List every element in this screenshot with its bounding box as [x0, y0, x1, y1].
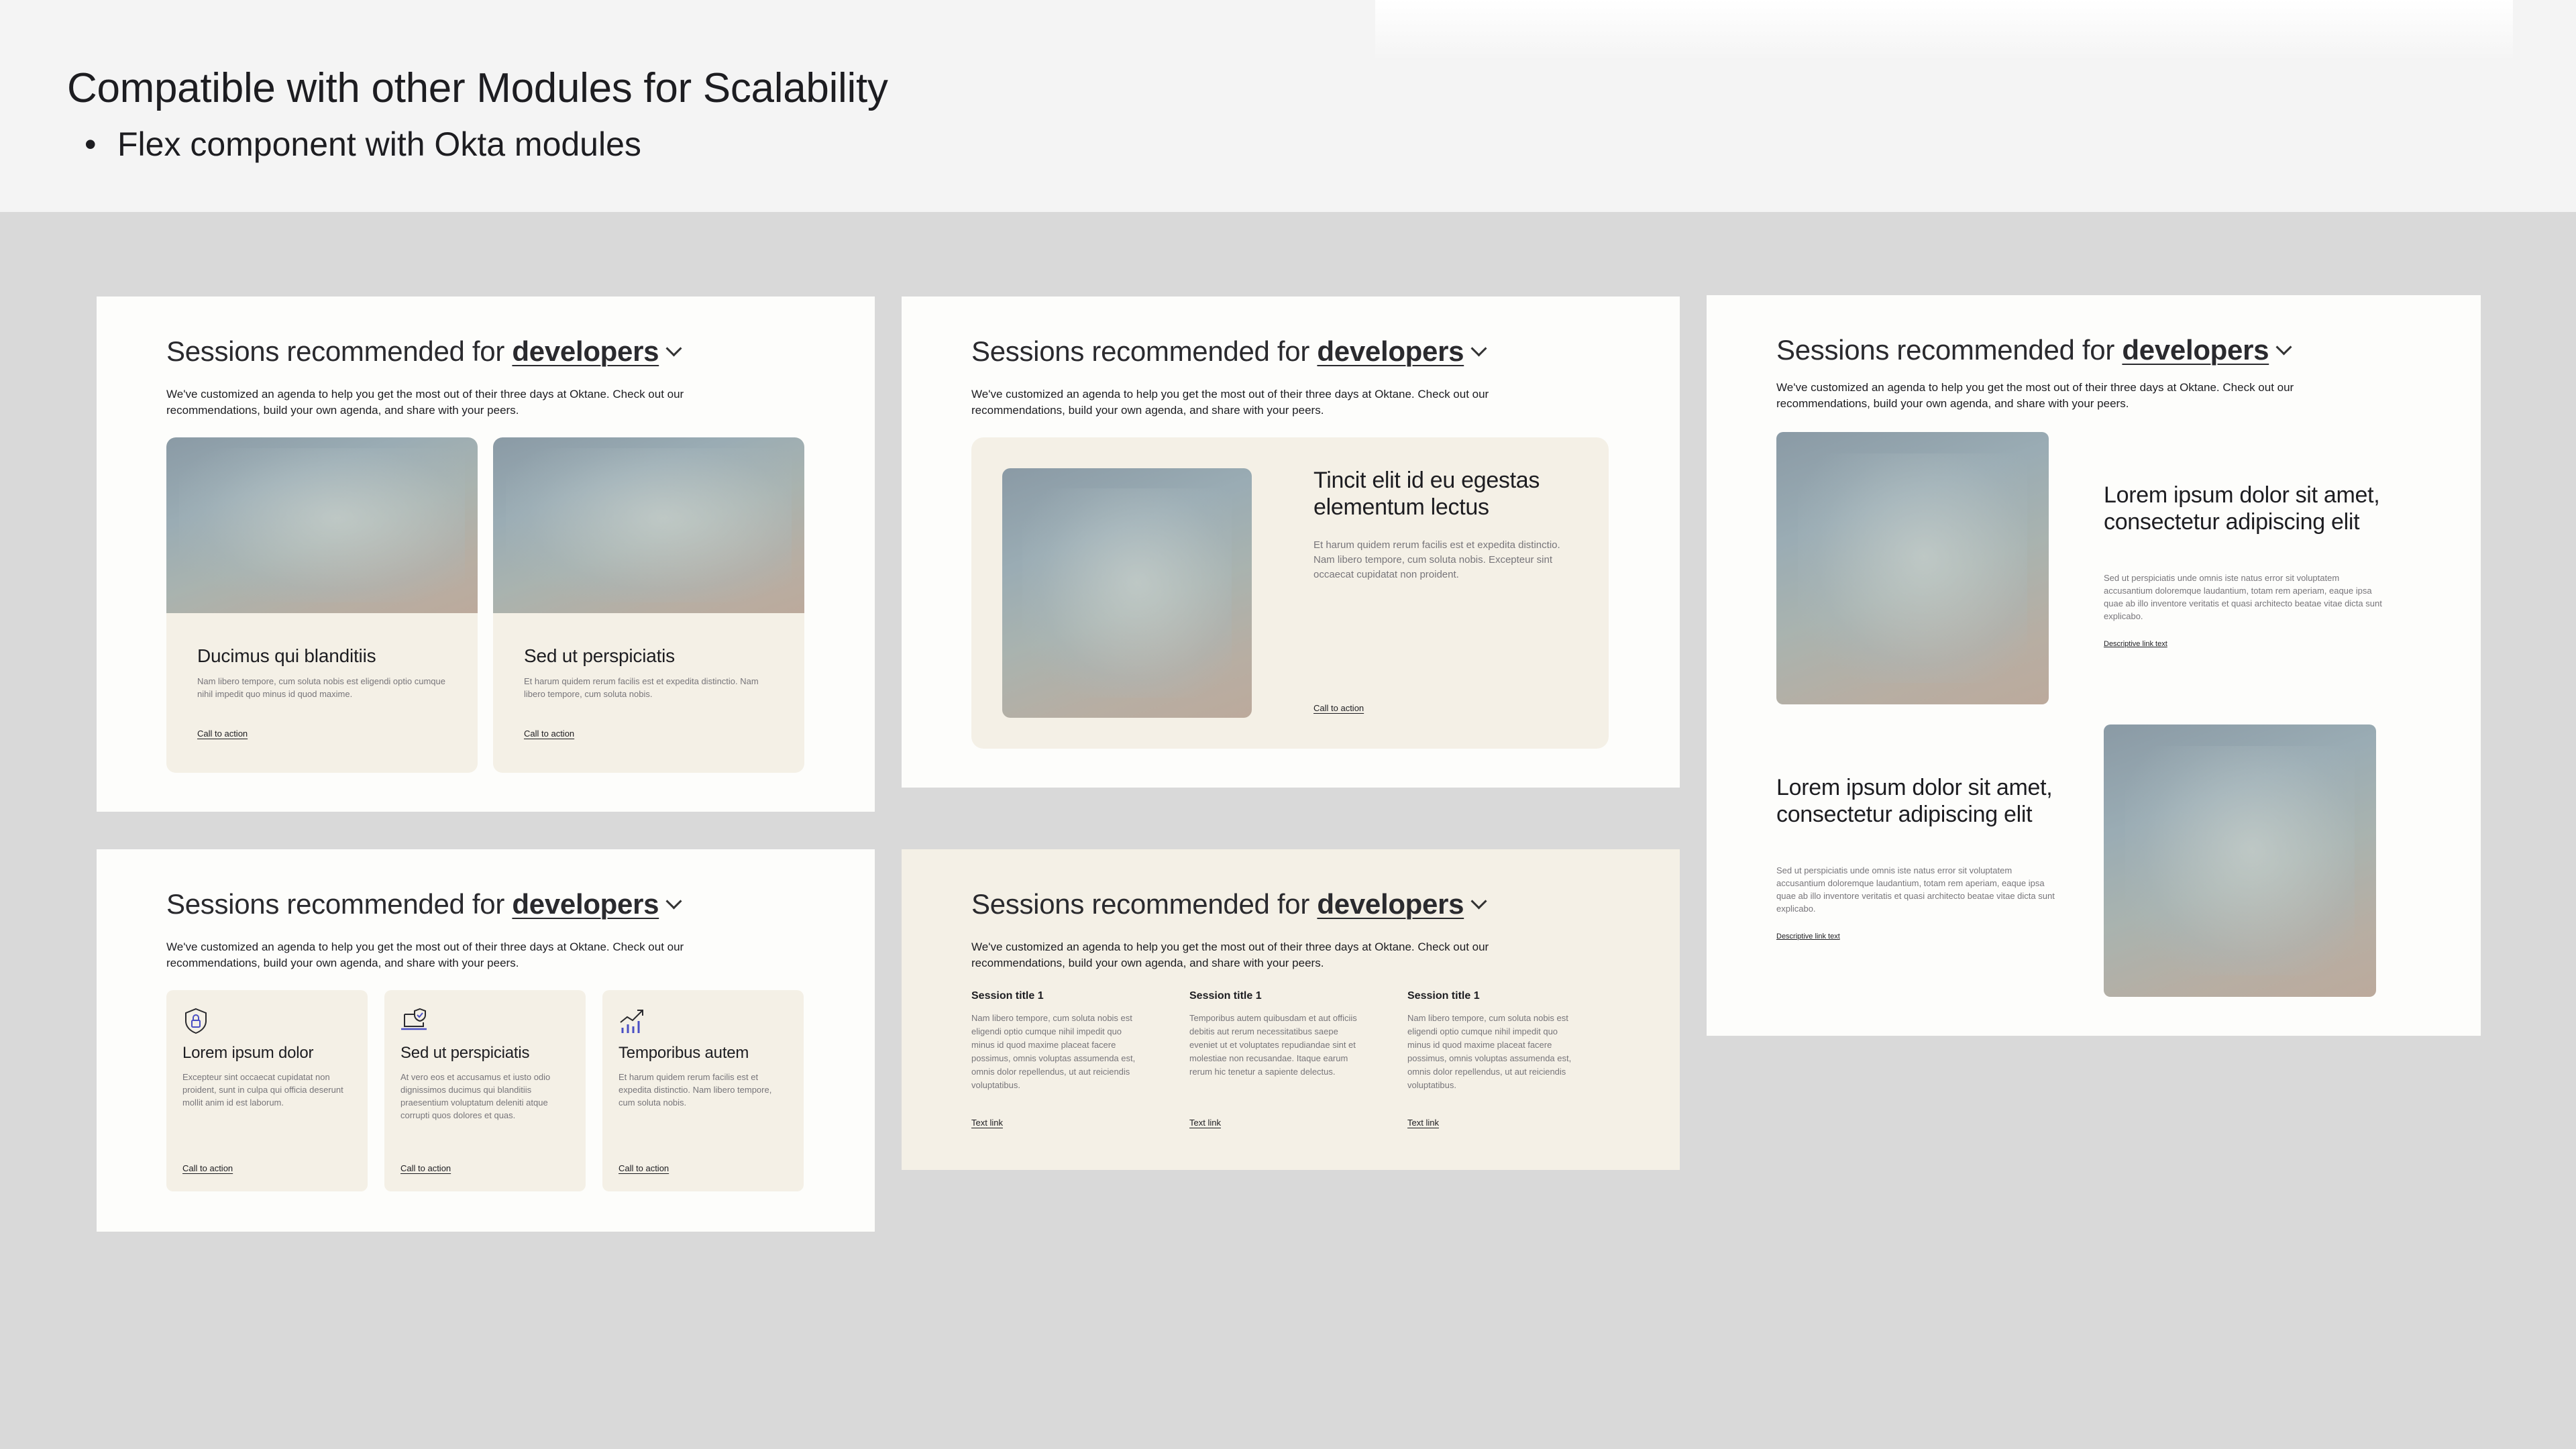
featured-card: Tincit elit id eu egestas elementum lect… [971, 437, 1609, 749]
row-body: Sed ut perspiciatis unde omnis iste natu… [2104, 573, 2382, 621]
descriptive-link[interactable]: Descriptive link text [1776, 932, 1840, 941]
descriptive-link[interactable]: Descriptive link text [2104, 640, 2167, 648]
section-title: Sessions recommended for developers [166, 888, 682, 920]
card-title: Ducimus qui blanditiis [197, 645, 376, 666]
icon-card-title: Lorem ipsum dolor [182, 1044, 314, 1062]
laptop-check-icon [401, 1008, 427, 1030]
row-image [2104, 724, 2376, 997]
call-to-action-link[interactable]: Call to action [1313, 703, 1364, 713]
slide-header: Compatible with other Modules for Scalab… [0, 0, 2576, 212]
section-title-prefix: Sessions recommended for [971, 888, 1318, 920]
section-title-prefix: Sessions recommended for [166, 335, 513, 367]
audience-dropdown[interactable]: developers [1317, 888, 1464, 920]
card-image [493, 437, 804, 613]
session-column-title: Session title 1 [971, 990, 1044, 1002]
section-intro: We've customized an agenda to help you g… [971, 388, 1489, 417]
session-card: Sed ut perspiciatis Et harum quidem reru… [493, 437, 804, 773]
card-body: Et harum quidem rerum facilis est et exp… [524, 676, 759, 699]
card-body: Nam libero tempore, cum soluta nobis est… [197, 676, 445, 699]
row-title: Lorem ipsum dolor sit amet, consectetur … [2104, 482, 2380, 535]
icon-card: Lorem ipsum dolor Excepteur sint occaeca… [166, 990, 368, 1191]
call-to-action-link[interactable]: Call to action [400, 1163, 451, 1173]
chevron-down-icon[interactable] [665, 893, 682, 910]
panel-two-cards: Sessions recommended for developers We'v… [97, 297, 875, 812]
call-to-action-link[interactable]: Call to action [182, 1163, 233, 1173]
chevron-down-icon[interactable] [1470, 340, 1487, 357]
session-column-title: Session title 1 [1189, 990, 1262, 1002]
chevron-down-icon[interactable] [665, 340, 682, 357]
shield-lock-icon [185, 1008, 207, 1034]
panel-icon-cards: Sessions recommended for developers We'v… [97, 849, 875, 1232]
audience-dropdown[interactable]: developers [1317, 335, 1464, 367]
section-title-prefix: Sessions recommended for [1776, 334, 2123, 366]
audience-dropdown[interactable]: developers [2122, 334, 2269, 366]
section-title-prefix: Sessions recommended for [971, 335, 1318, 367]
row-image [1776, 432, 2049, 704]
section-title-prefix: Sessions recommended for [166, 888, 513, 920]
row-body: Sed ut perspiciatis unde omnis iste natu… [1776, 865, 2055, 914]
chevron-down-icon[interactable] [2275, 339, 2292, 356]
text-link[interactable]: Text link [971, 1118, 1003, 1128]
icon-card: Sed ut perspiciatis At vero eos et accus… [384, 990, 586, 1191]
call-to-action-link[interactable]: Call to action [619, 1163, 669, 1173]
featured-title: Tincit elit id eu egestas elementum lect… [1313, 468, 1540, 520]
featured-image [1002, 468, 1252, 718]
panel-text-columns: Sessions recommended for developers We'v… [902, 849, 1680, 1170]
call-to-action-link[interactable]: Call to action [197, 729, 248, 739]
text-link[interactable]: Text link [1407, 1118, 1439, 1128]
call-to-action-link[interactable]: Call to action [524, 729, 574, 739]
slide-title: Compatible with other Modules for Scalab… [67, 65, 888, 111]
session-column-body: Temporibus autem quibusdam et aut offici… [1189, 1013, 1357, 1077]
section-intro: We've customized an agenda to help you g… [166, 941, 684, 969]
slide-bullet: Flex component with Okta modules [85, 125, 641, 164]
featured-body: Et harum quidem rerum facilis est et exp… [1313, 539, 1560, 580]
section-title: Sessions recommended for developers [166, 335, 682, 368]
audience-dropdown[interactable]: developers [512, 335, 659, 367]
icon-card-body: At vero eos et accusamus et iusto odio d… [400, 1072, 551, 1120]
icon-card-title: Sed ut perspiciatis [400, 1044, 530, 1062]
icon-card-title: Temporibus autem [619, 1044, 749, 1062]
section-intro: We've customized an agenda to help you g… [971, 941, 1489, 969]
row-title: Lorem ipsum dolor sit amet, consectetur … [1776, 775, 2053, 827]
card-image [166, 437, 478, 613]
growth-chart-icon [620, 1010, 643, 1033]
panel-featured: Sessions recommended for developers We'v… [902, 297, 1680, 788]
panel-alternating: Sessions recommended for developers We'v… [1707, 295, 2481, 1036]
section-title: Sessions recommended for developers [971, 335, 1487, 368]
session-card: Ducimus qui blanditiis Nam libero tempor… [166, 437, 478, 773]
audience-dropdown[interactable]: developers [512, 888, 659, 920]
section-intro: We've customized an agenda to help you g… [1776, 381, 2294, 410]
session-column-title: Session title 1 [1407, 990, 1480, 1002]
icon-card-body: Excepteur sint occaecat cupidatat non pr… [182, 1072, 343, 1108]
section-title: Sessions recommended for developers [971, 888, 1487, 920]
section-title: Sessions recommended for developers [1776, 334, 2292, 366]
session-column-body: Nam libero tempore, cum soluta nobis est… [1407, 1013, 1572, 1090]
chevron-down-icon[interactable] [1470, 893, 1487, 910]
session-column-body: Nam libero tempore, cum soluta nobis est… [971, 1013, 1136, 1090]
bullet-text: Flex component with Okta modules [117, 125, 641, 163]
icon-card-body: Et harum quidem rerum facilis est et exp… [619, 1072, 772, 1108]
header-fade [1375, 0, 2513, 62]
text-link[interactable]: Text link [1189, 1118, 1221, 1128]
section-intro: We've customized an agenda to help you g… [166, 388, 684, 417]
icon-card: Temporibus autem Et harum quidem rerum f… [602, 990, 804, 1191]
card-title: Sed ut perspiciatis [524, 645, 675, 666]
